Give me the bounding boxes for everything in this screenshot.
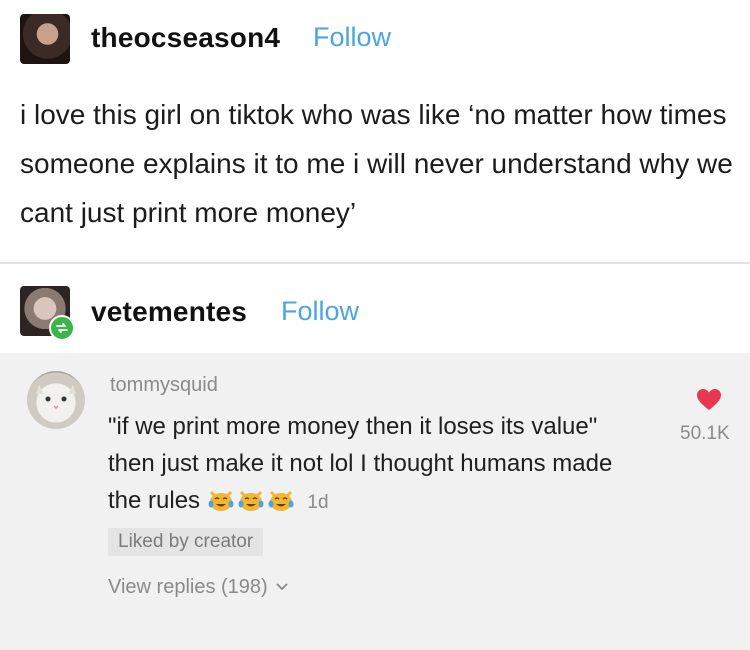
comment-text-block: "if we print more money then it loses it… [108, 408, 628, 521]
crying-laughing-cat-icon [207, 486, 235, 511]
original-post: theocseason4 Follow i love this girl on … [0, 0, 750, 262]
divider [0, 262, 750, 264]
tiktok-comment-card: tommysquid "if we print more money then … [0, 353, 750, 650]
view-replies-label: View replies (198) [108, 576, 268, 598]
view-replies-link[interactable]: View replies (198) [108, 576, 289, 599]
chevron-down-icon [276, 583, 288, 591]
avatar[interactable] [20, 14, 70, 64]
comment-text: "if we print more money then it loses it… [108, 413, 613, 514]
post-username[interactable]: theocseason4 [91, 22, 280, 54]
comment-timestamp: 1d [307, 492, 329, 513]
commenter-username[interactable]: tommysquid [110, 374, 218, 397]
reblog-follow-button[interactable]: Follow [281, 296, 359, 327]
reblog-icon [49, 315, 75, 341]
heart-icon[interactable] [696, 388, 722, 412]
liked-by-creator-badge: Liked by creator [108, 528, 264, 556]
crying-laughing-cat-icon [237, 486, 265, 511]
crying-laughing-cat-icon [267, 486, 295, 511]
reblog-username[interactable]: vetementes [91, 296, 247, 328]
follow-button[interactable]: Follow [313, 22, 391, 53]
post-body: i love this girl on tiktok who was like … [20, 99, 733, 228]
commenter-avatar[interactable] [27, 371, 85, 429]
like-count: 50.1K [680, 423, 730, 444]
